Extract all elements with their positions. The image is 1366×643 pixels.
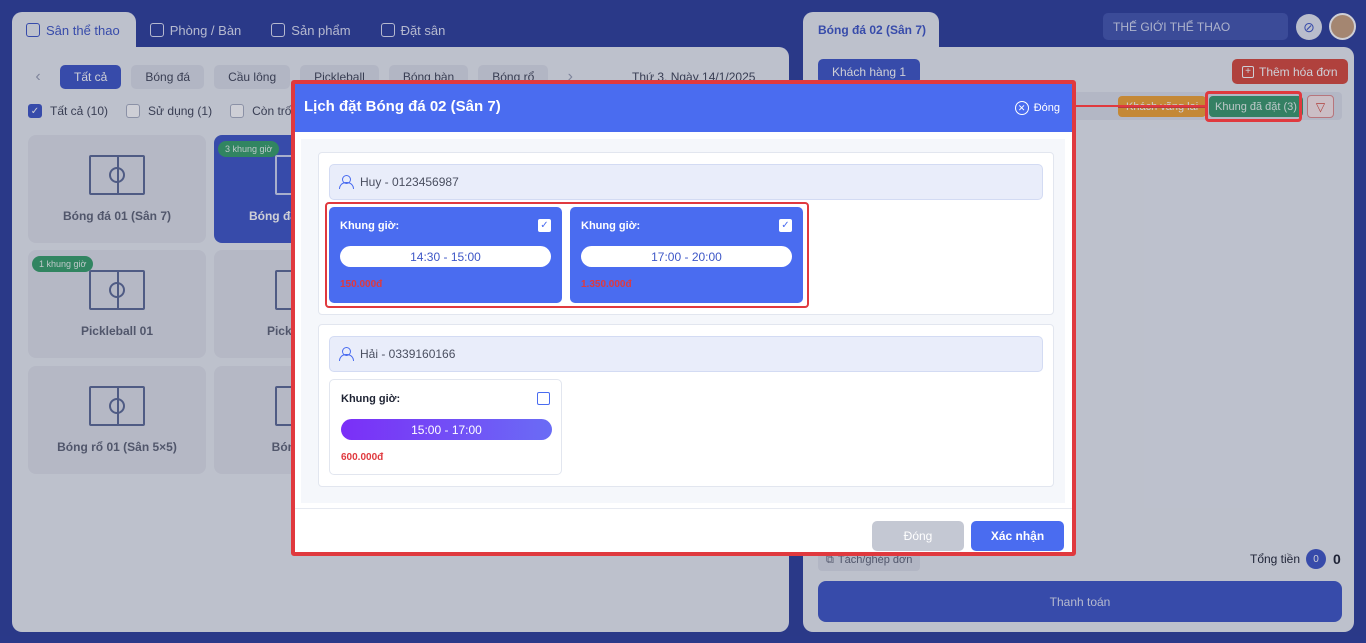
time-slot-card[interactable]: Khung giờ: 15:00 - 17:00 600.000đ: [329, 379, 562, 475]
user-icon: [339, 175, 354, 189]
modal-body: Huy - 0123456987 Khung giờ: ✓ 14:30 - 15…: [301, 139, 1065, 503]
close-label: Đóng: [1033, 102, 1060, 114]
highlight-connector: [1071, 105, 1208, 107]
customer-booking-group: Huy - 0123456987 Khung giờ: ✓ 14:30 - 15…: [318, 152, 1054, 315]
cancel-button[interactable]: Đóng: [872, 521, 964, 551]
highlight-box: [1205, 91, 1302, 122]
slot-price: 1.350.000đ: [581, 279, 632, 290]
customer-name: Hải - 0339160166: [360, 347, 456, 361]
modal-footer: Đóng Xác nhận: [295, 508, 1072, 552]
slot-label: Khung giờ:: [340, 220, 400, 232]
booking-schedule-modal: Lịch đặt Bóng đá 02 (Sân 7) ✕ Đóng Huy - …: [291, 80, 1076, 556]
time-slot-card[interactable]: Khung giờ: ✓ 17:00 - 20:00 1.350.000đ: [570, 207, 803, 303]
slot-price: 150.000đ: [340, 279, 383, 290]
customer-bar: Hải - 0339160166: [329, 336, 1043, 372]
modal-header: Lịch đặt Bóng đá 02 (Sân 7) ✕ Đóng: [295, 84, 1072, 132]
slot-time: 15:00 - 17:00: [341, 419, 552, 440]
customer-name: Huy - 0123456987: [360, 175, 459, 189]
time-slot-card[interactable]: Khung giờ: ✓ 14:30 - 15:00 150.000đ: [329, 207, 562, 303]
confirm-button[interactable]: Xác nhận: [971, 521, 1064, 551]
modal-close-button[interactable]: ✕ Đóng: [1014, 101, 1060, 115]
customer-bar: Huy - 0123456987: [329, 164, 1043, 200]
slot-checkbox[interactable]: ✓: [779, 219, 792, 232]
slot-price: 600.000đ: [341, 452, 384, 463]
close-icon: ✕: [1014, 101, 1029, 115]
customer-booking-group: Hải - 0339160166 Khung giờ: 15:00 - 17:0…: [318, 324, 1054, 487]
slot-time: 14:30 - 15:00: [340, 246, 551, 267]
slot-checkbox[interactable]: ✓: [538, 219, 551, 232]
slot-label: Khung giờ:: [341, 393, 401, 405]
slot-checkbox[interactable]: [537, 392, 550, 405]
slot-time: 17:00 - 20:00: [581, 246, 792, 267]
modal-title: Lịch đặt Bóng đá 02 (Sân 7): [304, 98, 501, 115]
user-icon: [339, 347, 354, 361]
slot-label: Khung giờ:: [581, 220, 641, 232]
